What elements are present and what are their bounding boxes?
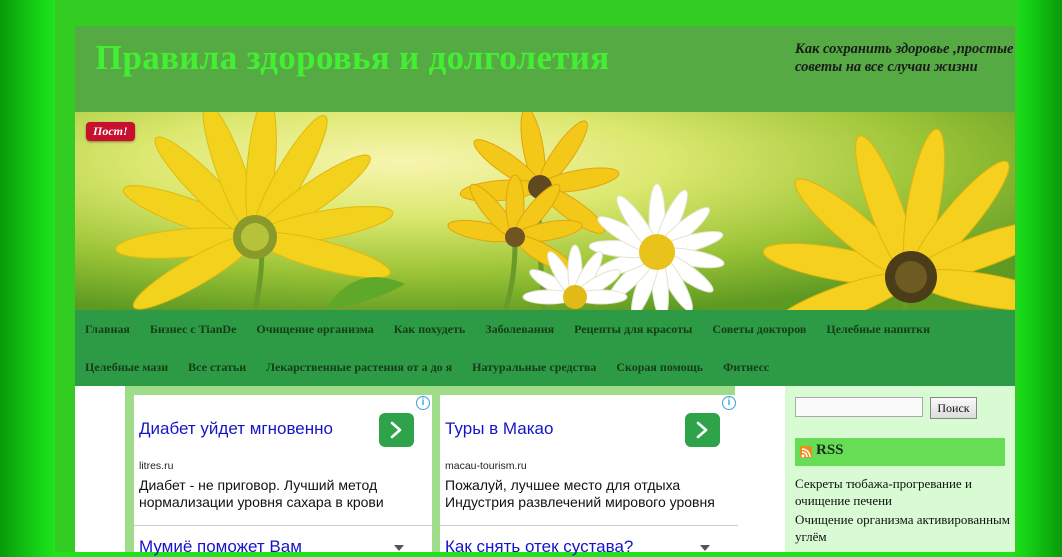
sidebar: Поиск RSS Секреты тюбажа-прогревание и о… — [785, 386, 1015, 552]
site-tagline: Как сохранить здоровье ,простые советы н… — [795, 41, 1014, 75]
ad-info-icon[interactable]: i — [722, 396, 736, 410]
site-title[interactable]: Правила здоровья и долголетия — [95, 38, 610, 78]
ad-title[interactable]: Туры в Макао — [445, 419, 553, 439]
main-navigation: Главная Бизнес с TianDe Очищение организма… — [75, 310, 1015, 386]
rss-link[interactable]: Очищение организма активированным углём — [795, 512, 1010, 545]
nav-item[interactable]: Все статьи — [178, 360, 256, 375]
header-banner-image: Пост! — [75, 112, 1015, 310]
nav-item[interactable]: Целебные мази — [75, 360, 178, 375]
nav-item[interactable]: Главная — [75, 322, 140, 337]
nav-item[interactable]: Бизнес с TianDe — [140, 322, 247, 337]
nav-item[interactable]: Целебные напитки — [816, 322, 940, 337]
ad-description: Диабет - не приговор. Лучший метод норма… — [139, 477, 384, 510]
chevron-down-icon[interactable] — [394, 545, 404, 551]
main-content: i Диабет уйдет мгновенно litres.ru Диабе… — [75, 386, 785, 556]
page-wrapper: Правила здоровья и долголетия Как сохран… — [55, 0, 1018, 556]
nav-item[interactable]: Лекарственные растения от а до я — [256, 360, 462, 375]
chevron-right-icon — [696, 421, 708, 439]
ad-title[interactable]: Как снять отек сустава? — [445, 537, 633, 557]
search-input[interactable] — [795, 397, 923, 417]
nav-item[interactable]: Советы докторов — [702, 322, 816, 337]
nav-item[interactable]: Очищение организма — [246, 322, 383, 337]
nav-item[interactable]: Натуральные средства — [462, 360, 606, 375]
nav-item[interactable]: Скорая помощь — [606, 360, 713, 375]
ad-arrow-button[interactable] — [379, 413, 414, 447]
flowers-illustration — [75, 112, 1015, 310]
site-header: Правила здоровья и долголетия Как сохран… — [75, 26, 1015, 112]
ad-url[interactable]: litres.ru — [139, 460, 173, 472]
ad-divider — [440, 525, 738, 526]
nav-row-1: Главная Бизнес с TianDe Очищение организма… — [75, 310, 940, 348]
ad-description: Пожалуй, лучшее место для отдыха Индустр… — [445, 477, 715, 510]
ad-block: i Диабет уйдет мгновенно litres.ru Диабе… — [125, 386, 738, 556]
nav-item[interactable]: Заболевания — [475, 322, 564, 337]
ad-title[interactable]: Диабет уйдет мгновенно — [139, 419, 333, 439]
ad-url[interactable]: macau-tourism.ru — [445, 460, 527, 472]
rss-link[interactable]: Секреты тюбажа-прогревание и очищение пе… — [795, 476, 1010, 509]
rss-widget-header: RSS — [795, 438, 1005, 466]
nav-item[interactable]: Как похудеть — [384, 322, 476, 337]
rss-icon[interactable] — [800, 446, 812, 458]
chevron-down-icon[interactable] — [700, 545, 710, 551]
ad-title[interactable]: Мумиё поможет Вам — [139, 537, 302, 557]
post-badge: Пост! — [86, 122, 135, 141]
ad-arrow-button[interactable] — [685, 413, 720, 447]
ad-info-icon[interactable]: i — [416, 396, 430, 410]
rss-links-list: Секреты тюбажа-прогревание и очищение пе… — [795, 476, 1010, 548]
nav-item[interactable]: Фитнесс — [713, 360, 779, 375]
rss-title[interactable]: RSS — [816, 442, 844, 459]
nav-row-2: Целебные мази Все статьи Лекарственные рас… — [75, 348, 779, 386]
ad-divider — [134, 525, 432, 526]
nav-item[interactable]: Рецепты для красоты — [564, 322, 702, 337]
chevron-right-icon — [390, 421, 402, 439]
search-button[interactable]: Поиск — [930, 397, 977, 419]
ad-unit[interactable]: i Туры в Макао macau-tourism.ru Пожалуй,… — [440, 395, 738, 556]
ad-unit[interactable]: i Диабет уйдет мгновенно litres.ru Диабе… — [134, 395, 432, 556]
